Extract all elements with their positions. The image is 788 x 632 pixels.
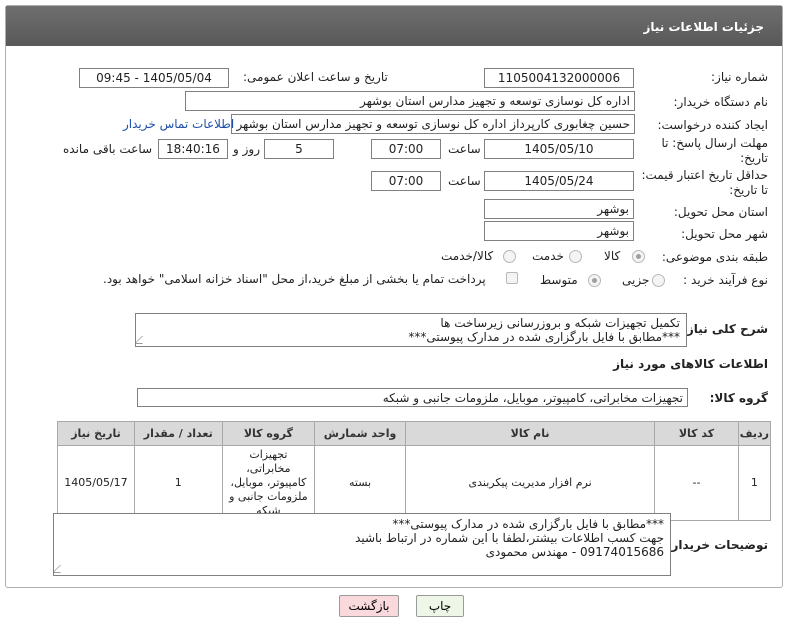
buyer-notes-textarea[interactable]: ***مطابق با فایل بارگزاری شده در مدارک پ… bbox=[53, 513, 671, 576]
need-number-label: شماره نیاز: bbox=[711, 70, 768, 84]
deadline-date: 1405/05/10 bbox=[484, 139, 634, 159]
process-minor-label: جزیی bbox=[622, 273, 650, 287]
category-goods-label: کالا bbox=[604, 249, 621, 263]
process-type-label: نوع فرآیند خرید : bbox=[683, 273, 768, 287]
validity-time: 07:00 bbox=[371, 171, 441, 191]
back-button[interactable]: بازگشت bbox=[339, 595, 399, 617]
province-value: بوشهر bbox=[484, 199, 634, 219]
cell-goods-name: نرم افزار مدیریت پیکربندی bbox=[404, 445, 656, 521]
col-name-header: نام کالا bbox=[404, 421, 656, 446]
table-row: 1 -- نرم افزار مدیریت پیکربندی بسته تجهی… bbox=[57, 445, 772, 521]
need-number-value: 1105004132000006 bbox=[484, 68, 634, 88]
process-medium-radio[interactable] bbox=[588, 274, 601, 287]
goods-group-value: تجهیزات مخابراتی، کامپیوتر، موبایل، ملزو… bbox=[137, 388, 688, 407]
buyer-contact-link[interactable]: اطلاعات تماس خریدار bbox=[123, 117, 234, 131]
validity-label: حداقل تاریخ اعتبار قیمت: bbox=[641, 168, 768, 182]
buyer-org-value: اداره کل نوسازی توسعه و تجهیز مدارس استا… bbox=[185, 91, 635, 111]
cell-goods-code: -- bbox=[654, 445, 739, 521]
col-group-header: گروه کالا bbox=[221, 421, 316, 446]
category-goods-service-label: کالا/خدمت bbox=[441, 249, 494, 263]
col-date-header: تاریخ نیاز bbox=[57, 421, 135, 446]
remaining-days: 5 bbox=[264, 139, 334, 159]
city-value: بوشهر bbox=[484, 221, 634, 241]
category-goods-service-radio[interactable] bbox=[503, 250, 516, 263]
cell-quantity: 1 bbox=[133, 445, 223, 521]
category-label: طبقه بندی موضوعی: bbox=[661, 250, 768, 264]
description-textarea[interactable]: تکمیل تجهیزات شبکه و بروزرسانی زیرساخت ه… bbox=[135, 313, 687, 347]
col-unit-header: واحد شمارش bbox=[314, 421, 406, 446]
goods-table-header: ردیف کد کالا نام کالا واحد شمارش گروه کا… bbox=[57, 421, 772, 446]
announce-value: 1405/05/04 - 09:45 bbox=[79, 68, 229, 88]
treasury-payment-checkbox[interactable] bbox=[506, 272, 518, 284]
days-label: روز و bbox=[233, 142, 260, 156]
city-label: شهر محل تحویل: bbox=[681, 227, 768, 241]
remaining-label: ساعت باقی مانده bbox=[63, 142, 153, 156]
category-service-label: خدمت bbox=[532, 249, 564, 263]
province-label: استان محل تحویل: bbox=[673, 205, 768, 219]
process-medium-label: متوسط bbox=[540, 273, 578, 287]
requester-value: حسین چغابوری کارپرداز اداره کل نوسازی تو… bbox=[231, 114, 635, 134]
deadline-time: 07:00 bbox=[371, 139, 441, 159]
validity-date: 1405/05/24 bbox=[484, 171, 634, 191]
col-code-header: کد کالا bbox=[654, 421, 739, 446]
requester-label: ایجاد کننده درخواست: bbox=[657, 118, 768, 132]
deadline-label-date: تاریخ: bbox=[740, 151, 768, 165]
goods-group-label: گروه کالا: bbox=[709, 391, 768, 405]
cell-unit: بسته bbox=[314, 445, 406, 521]
panel-header: جزئیات اطلاعات نیاز bbox=[6, 6, 782, 46]
col-qty-header: تعداد / مقدار bbox=[133, 421, 223, 446]
validity-label-date: تا تاریخ: bbox=[729, 183, 768, 197]
col-row-header: ردیف bbox=[737, 421, 772, 446]
print-button[interactable]: چاپ bbox=[416, 595, 464, 617]
buyer-notes-label: توضیحات خریدار: bbox=[666, 538, 768, 552]
treasury-payment-note: پرداخت تمام یا بخشی از مبلغ خرید،از محل … bbox=[103, 272, 486, 286]
validity-hour-label: ساعت bbox=[448, 174, 481, 188]
deadline-hour-label: ساعت bbox=[448, 142, 481, 156]
description-label: شرح کلی نیاز: bbox=[682, 322, 768, 336]
goods-section-title: اطلاعات کالاهای مورد نیاز bbox=[613, 357, 768, 371]
cell-goods-group: تجهیزات مخابراتی، کامپیوتر، موبایل، ملزو… bbox=[221, 445, 316, 521]
announce-label: تاریخ و ساعت اعلان عمومی: bbox=[243, 70, 388, 84]
remaining-time: 18:40:16 bbox=[158, 139, 228, 159]
process-minor-radio[interactable] bbox=[652, 274, 665, 287]
goods-table: ردیف کد کالا نام کالا واحد شمارش گروه کا… bbox=[57, 421, 772, 521]
category-goods-radio[interactable] bbox=[632, 250, 645, 263]
category-service-radio[interactable] bbox=[569, 250, 582, 263]
cell-need-date: 1405/05/17 bbox=[57, 445, 135, 521]
cell-row-number: 1 bbox=[737, 445, 772, 521]
deadline-label: مهلت ارسال پاسخ: تا bbox=[661, 136, 768, 150]
buyer-org-label: نام دستگاه خریدار: bbox=[673, 95, 769, 109]
